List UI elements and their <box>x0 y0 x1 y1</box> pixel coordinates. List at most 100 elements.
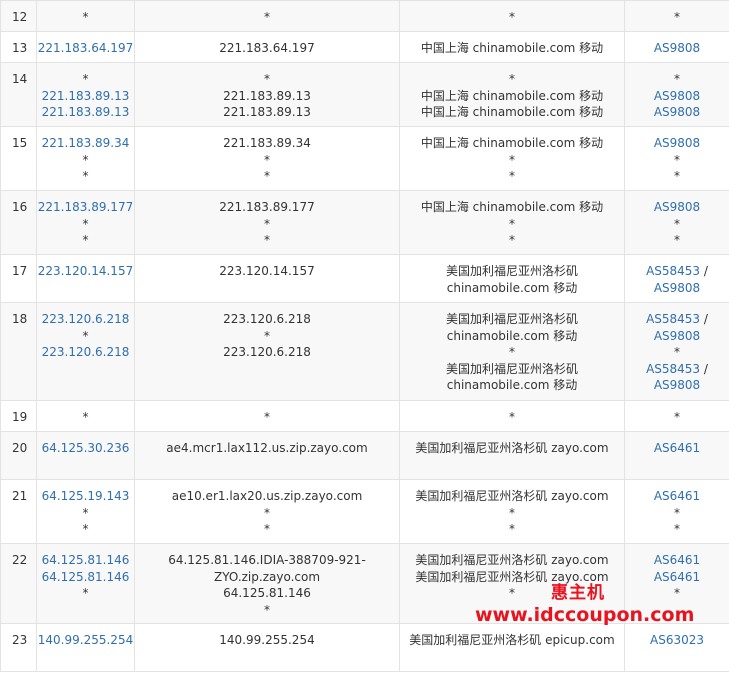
asn-link[interactable]: AS58453 <box>646 312 700 326</box>
ip-list: 64.125.81.146 64.125.81.146 * <box>37 544 134 602</box>
hop-row: 13 221.183.64.197 221.183.64.197 中国上海 china… <box>0 31 729 63</box>
ip-cell: * <box>36 400 135 432</box>
asn-line: * <box>625 505 729 522</box>
location-list: * <box>400 1 624 26</box>
asn-link[interactable]: AS9808 <box>654 378 700 392</box>
asn-link[interactable]: AS9808 <box>654 89 700 103</box>
hop-number: 14 <box>12 72 28 86</box>
asn-timeout: * <box>674 586 680 600</box>
asn-timeout: * <box>674 10 680 24</box>
asn-list: * <box>625 1 729 26</box>
hop-number: 18 <box>12 312 28 326</box>
location-list: 美国加利福尼亚州洛杉矶 chinamobile.com 移动 * 美国加利福尼亚州洛杉… <box>400 303 624 394</box>
ip-timeout: * <box>82 233 89 247</box>
ip-link[interactable]: 223.120.14.157 <box>37 263 134 280</box>
asn-timeout: * <box>674 345 680 359</box>
asn-line: * <box>625 152 729 169</box>
ip-list: * <box>37 1 134 26</box>
location: 中国上海 chinamobile.com 移动 <box>420 136 604 150</box>
hostname-cell: * 221.183.89.13 221.183.89.13 <box>134 62 400 127</box>
location: 美国加利福尼亚州洛杉矶 zayo.com <box>415 553 609 567</box>
location: 中国上海 chinamobile.com 移动 <box>420 88 604 103</box>
hostname: * <box>264 233 270 247</box>
hop-row: 14 * 221.183.89.13 221.183.89.13 * 221.183.89… <box>0 62 729 127</box>
asn-link[interactable]: AS9808 <box>654 281 700 295</box>
hop-row: 19 * * * * <box>0 400 729 432</box>
hostname-list: ae4.mcr1.lax112.us.zip.zayo.com <box>135 432 399 457</box>
hostname: * <box>264 169 270 183</box>
asn-line: * <box>625 344 729 361</box>
location-cell: 美国加利福尼亚州洛杉矶 zayo.com 美国加利福尼亚州洛杉矶 zayo.com… <box>399 543 625 624</box>
ip-cell: 221.183.89.177 * * <box>36 190 135 255</box>
asn-link[interactable]: AS63023 <box>650 633 704 647</box>
ip-link[interactable]: 64.125.19.143 <box>37 488 134 505</box>
ip-link[interactable]: 221.183.89.34 <box>37 135 134 152</box>
ip-link[interactable]: 223.120.6.218 <box>37 344 134 361</box>
asn-link[interactable]: AS9808 <box>654 136 700 150</box>
asn-line: AS6461 <box>625 569 729 586</box>
hostname: * <box>264 152 270 167</box>
ip-link[interactable]: 64.125.81.146 <box>37 569 134 586</box>
hop-row: 12 * * * * <box>0 0 729 32</box>
hostname: ZYO.zip.zayo.com <box>213 569 321 584</box>
ip-timeout: * <box>82 72 89 86</box>
asn-cell: AS6461 * * <box>624 479 729 544</box>
location-list: 美国加利福尼亚州洛杉矶 zayo.com * * <box>400 480 624 538</box>
asn-separator: / <box>703 264 708 278</box>
asn-link[interactable]: AS9808 <box>654 200 700 214</box>
asn-separator: / <box>703 312 708 326</box>
hostname: 221.183.64.197 <box>219 41 315 55</box>
location: 美国加利福尼亚州洛杉矶 epicup.com <box>409 633 615 647</box>
hop-number-cell: 19 <box>0 400 37 432</box>
asn-line: AS6461 <box>625 488 729 505</box>
ip-link[interactable]: 221.183.89.13 <box>37 88 134 105</box>
asn-list: AS6461 * * <box>625 480 729 538</box>
ip-link[interactable]: 221.183.64.197 <box>37 40 134 57</box>
asn-line: * <box>625 71 729 88</box>
asn-list: * AS9808 AS9808 <box>625 63 729 121</box>
location: * <box>509 10 515 24</box>
ip-link[interactable]: 64.125.30.236 <box>37 440 134 457</box>
asn-line: AS9808 <box>625 377 729 394</box>
location: 美国加利福尼亚州洛杉矶 zayo.com <box>415 441 609 455</box>
asn-line: AS6461 <box>625 440 729 457</box>
location-cell: 中国上海 chinamobile.com 移动 * * <box>399 190 625 255</box>
ip-cell: * <box>36 0 135 32</box>
asn-link[interactable]: AS9808 <box>654 105 700 119</box>
asn-link[interactable]: AS6461 <box>654 553 700 567</box>
asn-cell: AS6461 <box>624 431 729 480</box>
asn-list: AS58453 /AS9808 <box>625 255 729 296</box>
ip-timeout: * <box>82 169 89 183</box>
hostname-cell: 221.183.64.197 <box>134 31 400 63</box>
asn-link[interactable]: AS58453 <box>646 362 700 376</box>
hostname: 221.183.89.13 <box>223 105 311 119</box>
ip-list: 140.99.255.254 <box>37 624 134 649</box>
location: * <box>509 505 515 520</box>
asn-link[interactable]: AS6461 <box>654 570 700 584</box>
ip-link[interactable]: 221.183.89.13 <box>37 104 134 121</box>
ip-link[interactable]: 64.125.81.146 <box>37 552 134 569</box>
ip-link[interactable]: 223.120.6.218 <box>37 311 134 328</box>
asn-link[interactable]: AS9808 <box>654 329 700 343</box>
asn-link[interactable]: AS9808 <box>654 41 700 55</box>
traceroute-table: 12 * * * * 13 221.183.64.197 221.183.64.197 中国上海… <box>0 0 729 672</box>
ip-link[interactable]: 221.183.89.177 <box>37 199 134 216</box>
asn-line: AS9808 <box>625 88 729 105</box>
hostname-list: 223.120.6.218 * 223.120.6.218 <box>135 303 399 361</box>
asn-link[interactable]: AS58453 <box>646 264 700 278</box>
ip-cell: 221.183.64.197 <box>36 31 135 63</box>
ip-link[interactable]: 140.99.255.254 <box>37 632 134 649</box>
hop-number-cell: 14 <box>0 62 37 127</box>
asn-timeout: * <box>674 410 680 424</box>
ip-cell: 223.120.6.218 * 223.120.6.218 <box>36 302 135 401</box>
asn-line: * <box>625 409 729 426</box>
asn-link[interactable]: AS6461 <box>654 441 700 455</box>
hostname: * <box>264 72 270 86</box>
asn-link[interactable]: AS6461 <box>654 489 700 503</box>
location: * <box>509 345 515 359</box>
location: * <box>509 410 515 424</box>
hostname-cell: ae10.er1.lax20.us.zip.zayo.com * * <box>134 479 400 544</box>
location: * <box>509 72 515 86</box>
asn-line: * <box>625 585 729 602</box>
ip-cell: 223.120.14.157 <box>36 254 135 303</box>
